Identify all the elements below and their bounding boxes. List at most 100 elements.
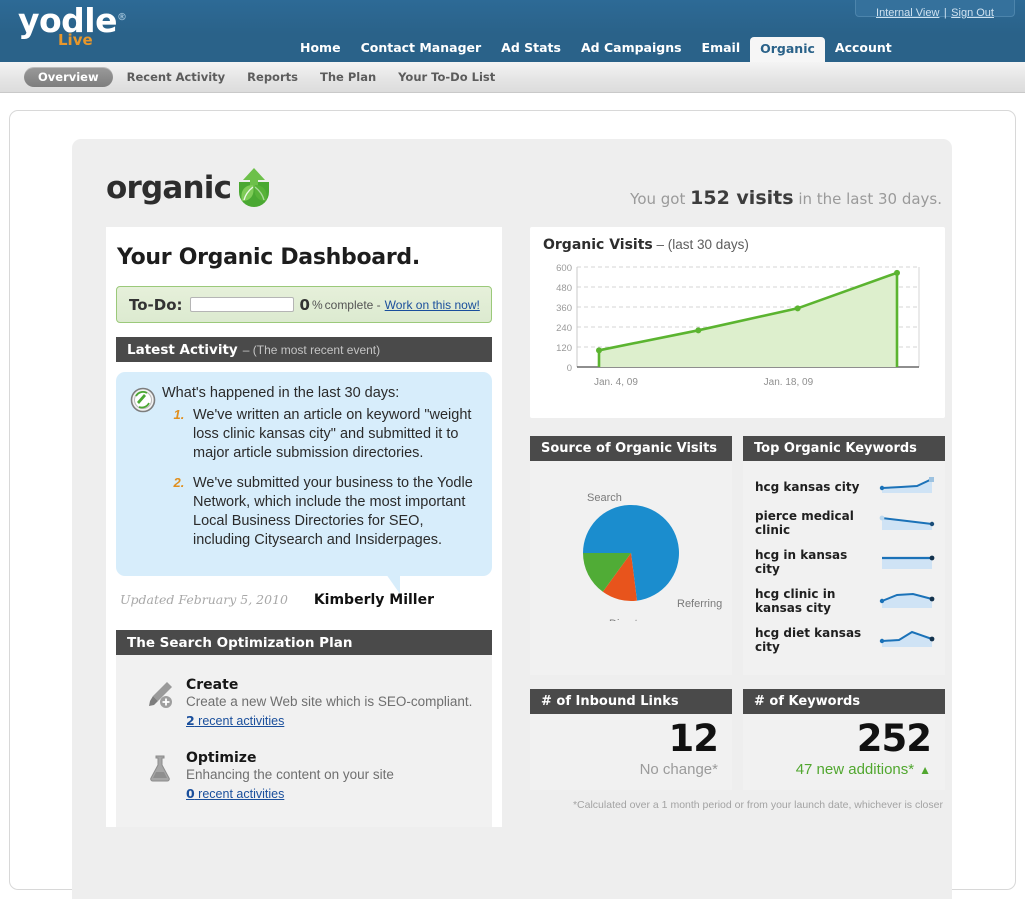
signature-name: Kimberly Miller [313,592,434,608]
svg-text:600: 600 [556,263,572,274]
logo-subtext: Live [58,31,93,49]
link-separator: | [943,7,947,19]
flask-icon [144,752,186,803]
plan-item-title: Optimize [186,750,257,766]
page-container: organic You got 152 visits in the last 3… [9,110,1016,899]
keyword-label: hcg clinic in kansas city [755,587,836,615]
list-item[interactable]: hcg clinic in kansas city [755,587,935,615]
subnav-item-overview[interactable]: Overview [24,67,113,87]
todo-percent-symbol: % [311,297,323,312]
latest-activity-title: Latest Activity [127,341,238,358]
subnav-item-your-to-do-list[interactable]: Your To-Do List [398,70,495,84]
keyword-count-body: 252 47 new additions* ▲ [743,714,945,790]
activity-text: What's happened in the last 30 days: We'… [162,384,478,560]
subnav-item-reports[interactable]: Reports [247,70,298,84]
plan-item-activities-link[interactable]: 0 recent activities [186,786,284,801]
subnav-item-recent-activity[interactable]: Recent Activity [127,70,226,84]
svg-text:120: 120 [556,343,572,354]
list-item: We've written an article on keyword "wei… [188,406,478,463]
svg-text:Search: Search [587,492,622,504]
source-of-visits-body: Search Referring Direct [530,461,732,638]
registered-mark-icon: ® [117,12,127,23]
keyword-count-value: 252 [856,717,932,760]
left-column: Your Organic Dashboard. To-Do: 0 % compl… [106,227,502,827]
top-keywords-list: hcg kansas city pierce medical clinic hc… [743,461,945,675]
nav-item-email[interactable]: Email [692,36,751,62]
search-plan-body: Create Create a new Web site which is SE… [116,655,492,827]
plan-item-activity-label: recent activities [194,714,285,728]
plan-item-activities-link[interactable]: 2 recent activities [186,713,284,728]
list-item[interactable]: pierce medical clinic [755,509,935,537]
work-on-this-now-link[interactable]: Work on this now! [385,298,480,312]
sparkline-flat-icon [879,551,935,574]
list-item: We've submitted your business to the Yod… [188,474,478,551]
sparkline-peak-icon [879,629,935,652]
todo-percent-value: 0 [299,295,310,314]
top-navigation-bar: yodle® Live Internal View | Sign Out Hom… [0,0,1025,62]
plan-item-title: Create [186,677,239,693]
plan-item-activity-count: 2 [186,713,195,728]
mid-panels-row: Source of Organic Visits Search Referring… [530,436,945,675]
page-title: Your Organic Dashboard. [117,245,420,270]
nav-item-ad-campaigns[interactable]: Ad Campaigns [571,36,692,62]
sign-out-link[interactable]: Sign Out [951,7,994,19]
activity-intro: What's happened in the last 30 days: [162,385,400,401]
keyword-label: hcg diet kansas city [755,626,862,654]
nav-item-organic[interactable]: Organic [750,37,825,62]
inbound-links-title: # of Inbound Links [530,689,732,714]
top-keywords-title: Top Organic Keywords [743,436,945,461]
updated-timestamp: Updated February 5, 2010 [120,592,288,607]
plan-item-optimize: Optimize Enhancing the content on your s… [116,744,492,817]
nav-item-ad-stats[interactable]: Ad Stats [491,36,571,62]
keyword-count-panel: # of Keywords 252 47 new additions* ▲ [743,689,945,790]
svg-text:Jan. 18, 09: Jan. 18, 09 [764,377,814,388]
nav-item-contact-manager[interactable]: Contact Manager [351,36,492,62]
inbound-links-value: 12 [668,717,720,760]
internal-view-link[interactable]: Internal View [876,7,939,19]
latest-activity-subtitle: – (The most recent event) [242,342,381,357]
search-plan-header: The Search Optimization Plan [116,630,492,655]
list-item[interactable]: hcg diet kansas city [755,626,935,654]
visits-value: 152 visits [690,187,794,209]
svg-text:Referring: Referring [677,598,722,610]
svg-text:Jan. 4, 09: Jan. 4, 09 [594,377,638,388]
svg-text:240: 240 [556,323,572,334]
trend-up-icon: ▲ [919,762,931,777]
activity-refresh-icon [130,387,162,560]
dashboard-panel: organic You got 152 visits in the last 3… [72,139,952,899]
nav-item-home[interactable]: Home [290,36,351,62]
chart-title-sub: – (last 30 days) [656,237,749,252]
source-of-visits-panel: Source of Organic Visits Search Referring… [530,436,732,675]
activity-footer: Updated February 5, 2010 Kimberly Miller [120,592,492,608]
todo-progress-track [189,297,294,312]
right-column: Organic Visits – (last 30 days) 0 120 240 3… [530,227,945,811]
keyword-label: pierce medical clinic [755,509,854,537]
yodle-logo[interactable]: yodle® Live [18,4,127,48]
svg-text:0: 0 [567,363,572,374]
chart-title: Organic Visits – (last 30 days) [543,237,932,253]
nav-item-account[interactable]: Account [825,36,902,62]
sparkline-hump-icon [879,590,935,613]
visits-prefix: You got [630,190,686,208]
list-item[interactable]: hcg kansas city [755,475,935,498]
stats-footnote: *Calculated over a 1 month period or fro… [572,798,943,811]
list-item[interactable]: hcg in kansas city [755,548,935,576]
svg-text:360: 360 [556,303,572,314]
leaf-sprout-icon [233,165,275,212]
organic-brand: organic [106,163,275,212]
sparkline-slow-decline-icon [879,512,935,535]
source-of-visits-title: Source of Organic Visits [530,436,732,461]
subnav-item-the-plan[interactable]: The Plan [320,70,376,84]
inbound-links-body: 12 No change* [530,714,732,790]
search-plan-title: The Search Optimization Plan [127,634,353,651]
chart-title-main: Organic Visits [543,237,653,253]
plan-item-description: Enhancing the content on your site [186,767,394,782]
visits-summary: You got 152 visits in the last 30 days. [630,187,942,209]
organic-visits-chart-card: Organic Visits – (last 30 days) 0 120 240 3… [530,227,945,418]
stats-row: # of Inbound Links 12 No change* # of Ke… [530,689,945,790]
activity-bubble: What's happened in the last 30 days: We'… [116,372,492,594]
account-links-box: Internal View | Sign Out [855,0,1015,19]
latest-activity-header: Latest Activity – (The most recent event… [116,337,492,362]
keyword-label: hcg in kansas city [755,548,848,576]
todo-complete-text: complete - [324,297,381,312]
